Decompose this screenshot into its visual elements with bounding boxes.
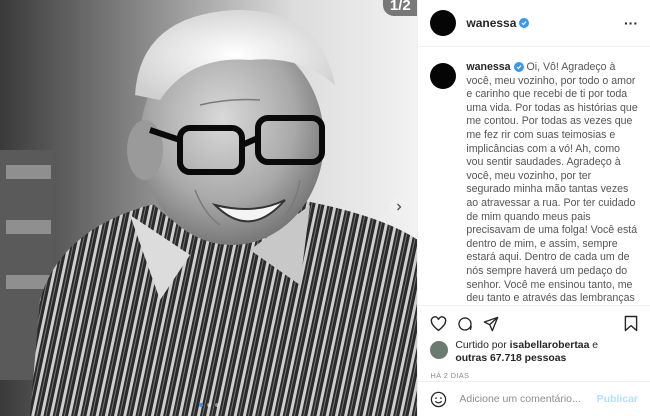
- carousel-dot-2[interactable]: [206, 403, 211, 407]
- likes-others-link[interactable]: outras 67.718 pessoas: [455, 353, 566, 364]
- publish-button[interactable]: Publicar: [597, 393, 638, 405]
- carousel-dots: [198, 403, 219, 407]
- verified-badge-icon: [513, 62, 524, 73]
- heart-icon[interactable]: [430, 316, 447, 332]
- chevron-right-icon: [397, 203, 402, 211]
- smiley-icon[interactable]: [430, 391, 447, 408]
- comment-bar: Publicar: [418, 381, 650, 416]
- caption-section: wanessa Oi, Vô! Agradeço à você, meu voz…: [418, 47, 650, 305]
- caption-text: Oi, Vô! Agradeço à você, meu vozinho, po…: [466, 61, 638, 305]
- instagram-post: 1/2 wanessa ··· wanessa Oi, Vô! Agradeço…: [0, 0, 650, 416]
- author-avatar[interactable]: [430, 10, 457, 36]
- comment-bubble-icon[interactable]: [457, 316, 473, 332]
- paper-plane-icon[interactable]: [483, 316, 499, 332]
- post-timestamp[interactable]: HÁ 2 DIAS: [418, 365, 650, 380]
- liker-username[interactable]: isabellarobertaa: [510, 340, 590, 351]
- post-sidebar: wanessa ··· wanessa Oi, Vô! Agradeço à v…: [417, 0, 650, 416]
- author-username[interactable]: wanessa: [466, 16, 516, 30]
- likes-text: Curtido por isabellarobertaa e outras 67…: [455, 340, 598, 365]
- action-bar: [418, 305, 650, 332]
- caption: wanessa Oi, Vô! Agradeço à você, meu voz…: [466, 61, 638, 305]
- likes-summary: Curtido por isabellarobertaa e outras 67…: [418, 332, 650, 365]
- likes-conj: e: [592, 340, 599, 351]
- comment-input[interactable]: [457, 392, 597, 406]
- carousel-dot-3[interactable]: [214, 403, 219, 407]
- caption-avatar[interactable]: [430, 63, 457, 89]
- verified-badge-icon: [519, 18, 530, 28]
- post-photo: [0, 0, 418, 416]
- photo-counter: 1/2: [383, 0, 418, 16]
- more-horizontal-icon[interactable]: ···: [624, 16, 638, 30]
- post-header: wanessa ···: [418, 0, 650, 47]
- liker-avatar[interactable]: [430, 341, 449, 359]
- carousel-dot-1[interactable]: [198, 403, 203, 407]
- bookmark-icon[interactable]: [624, 315, 638, 332]
- caption-username[interactable]: wanessa: [466, 61, 510, 73]
- likes-prefix: Curtido por: [455, 340, 507, 351]
- post-media[interactable]: 1/2: [0, 0, 418, 416]
